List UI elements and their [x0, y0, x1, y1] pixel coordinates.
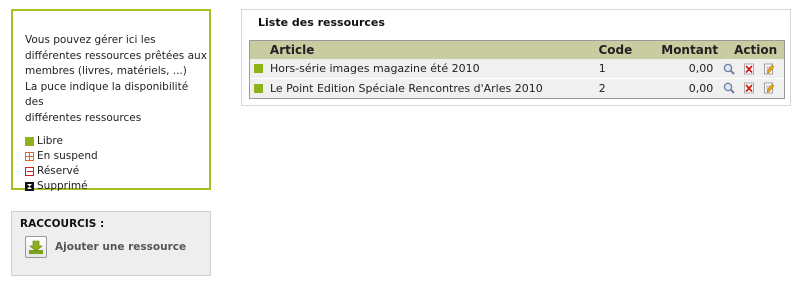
shortcuts-title: RACCOURCIS :: [20, 218, 105, 230]
status-libre-icon: [254, 83, 264, 93]
add-resource-button[interactable]: Ajouter une ressource: [20, 236, 202, 258]
search-icon[interactable]: [723, 82, 735, 94]
status-legend: Libre En suspend Réservé Supprimé: [25, 134, 209, 194]
row-article: Le Point Edition Spéciale Rencontres d'A…: [269, 81, 543, 95]
row-code: 2: [598, 81, 606, 95]
edit-icon[interactable]: [763, 82, 775, 94]
legend-label: En suspend: [37, 149, 98, 162]
info-line: La puce indique la disponibilité des: [25, 80, 189, 109]
status-libre-icon: [25, 137, 34, 146]
table-header: Article Code Montant Action: [250, 41, 784, 59]
delete-icon[interactable]: [743, 63, 755, 75]
status-reserve-icon: [25, 167, 34, 176]
download-icon: [25, 236, 47, 258]
info-line: membres (livres, matériels, ...): [25, 65, 187, 77]
search-icon[interactable]: [723, 63, 735, 75]
legend-label: Libre: [37, 134, 63, 147]
row-article: Hors-série images magazine été 2010: [269, 62, 480, 75]
legend-item-reserve: Réservé: [25, 164, 209, 179]
row-code: 1: [598, 62, 606, 75]
info-line: différentes ressources prêtées aux: [25, 49, 207, 62]
info-line: Vous pouvez gérer ici les: [25, 34, 156, 46]
status-libre-icon: [254, 64, 264, 73]
row-actions: [713, 63, 784, 75]
info-line: différentes ressources: [25, 111, 142, 124]
legend-item-suspend: En suspend: [25, 149, 209, 164]
resources-panel: Liste des ressources Article Code Montan…: [241, 9, 791, 106]
row-montant: 0,00: [688, 62, 714, 75]
table-row: Le Point Edition Spéciale Rencontres d'A…: [250, 78, 784, 97]
header-code[interactable]: Code: [598, 43, 643, 57]
legend-item-supprime: Supprimé: [25, 179, 209, 194]
legend-item-libre: Libre: [25, 134, 209, 149]
edit-icon[interactable]: [763, 63, 775, 75]
legend-label: Réservé: [37, 164, 80, 177]
resources-table: Article Code Montant Action Hors-série i…: [249, 40, 785, 99]
legend-label: Supprimé: [37, 179, 88, 192]
info-box: Vous pouvez gérer ici les différentes re…: [11, 9, 211, 192]
status-suspend-icon: [25, 152, 34, 161]
row-actions: [713, 82, 784, 94]
add-resource-label: Ajouter une ressource: [55, 241, 187, 253]
row-montant: 0,00: [688, 81, 714, 95]
status-supprime-icon: [25, 182, 34, 191]
table-row: Hors-série images magazine été 2010 1 0,…: [250, 59, 784, 78]
shortcuts-box: RACCOURCIS : Ajouter une ressource: [11, 211, 211, 276]
panel-title: Liste des ressources: [258, 16, 385, 29]
header-article[interactable]: Article: [268, 43, 599, 57]
header-action: Action: [734, 43, 778, 57]
delete-icon[interactable]: [743, 82, 755, 94]
header-montant[interactable]: Montant: [643, 43, 718, 57]
info-text: Vous pouvez gérer ici les différentes re…: [25, 33, 209, 126]
